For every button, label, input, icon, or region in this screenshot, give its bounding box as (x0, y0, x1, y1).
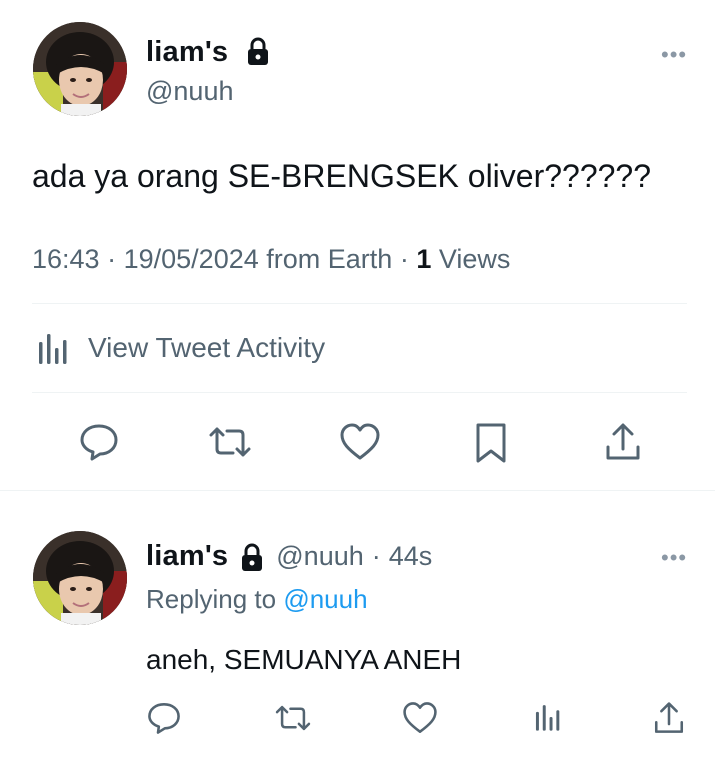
reply-more-options-button[interactable]: ••• (661, 545, 687, 571)
reply-author-avatar[interactable] (33, 531, 127, 625)
view-tweet-activity-button[interactable]: View Tweet Activity (32, 330, 325, 366)
retweet-icon[interactable] (272, 700, 314, 736)
share-icon[interactable] (603, 421, 643, 463)
meta-separator: · (107, 244, 117, 274)
replying-to-handle-link[interactable]: @nuuh (283, 584, 367, 614)
bookmark-icon[interactable] (472, 421, 510, 465)
tweet-date[interactable]: 19/05/2024 (124, 244, 259, 274)
reply-text: aneh, SEMUANYA ANEH (146, 644, 462, 675)
views-label: Views (438, 244, 511, 274)
lock-icon (240, 542, 264, 572)
section-divider (0, 490, 715, 491)
view-tweet-activity-label: View Tweet Activity (88, 332, 326, 363)
like-icon[interactable] (338, 421, 382, 463)
reply-header: liam's @nuuh · 44s (146, 540, 432, 573)
retweet-icon[interactable] (205, 421, 255, 463)
replying-to: Replying to @nuuh (146, 584, 368, 615)
meta-separator: · (399, 244, 409, 274)
analytics-icon[interactable] (530, 700, 564, 734)
replying-to-label: Replying to (146, 584, 277, 614)
analytics-icon (32, 330, 72, 366)
author-handle[interactable]: @nuuh (146, 76, 233, 107)
divider (32, 392, 687, 393)
like-icon[interactable] (401, 700, 439, 736)
lock-icon (246, 36, 270, 66)
reply-icon[interactable] (78, 421, 120, 463)
more-options-button[interactable]: ••• (661, 42, 687, 68)
reply-author-handle[interactable]: @nuuh (276, 541, 363, 572)
reply-icon[interactable] (146, 700, 182, 736)
tweet-text: ada ya orang SE-BRENGSEK oliver?????? (32, 158, 652, 194)
reply-time[interactable]: 44s (389, 541, 433, 572)
views-count: 1 (416, 244, 432, 274)
author-name[interactable]: liam's (146, 36, 228, 69)
share-icon[interactable] (652, 700, 686, 736)
meta-separator: · (371, 541, 381, 571)
tweet-time[interactable]: 16:43 (32, 244, 100, 274)
reply-author-name[interactable]: liam's (146, 540, 228, 573)
tweet-source: from Earth (266, 244, 393, 274)
author-avatar[interactable] (33, 22, 127, 116)
divider (32, 303, 687, 304)
tweet-metadata: 16:43 · 19/05/2024 from Earth · 1 Views (32, 244, 510, 275)
